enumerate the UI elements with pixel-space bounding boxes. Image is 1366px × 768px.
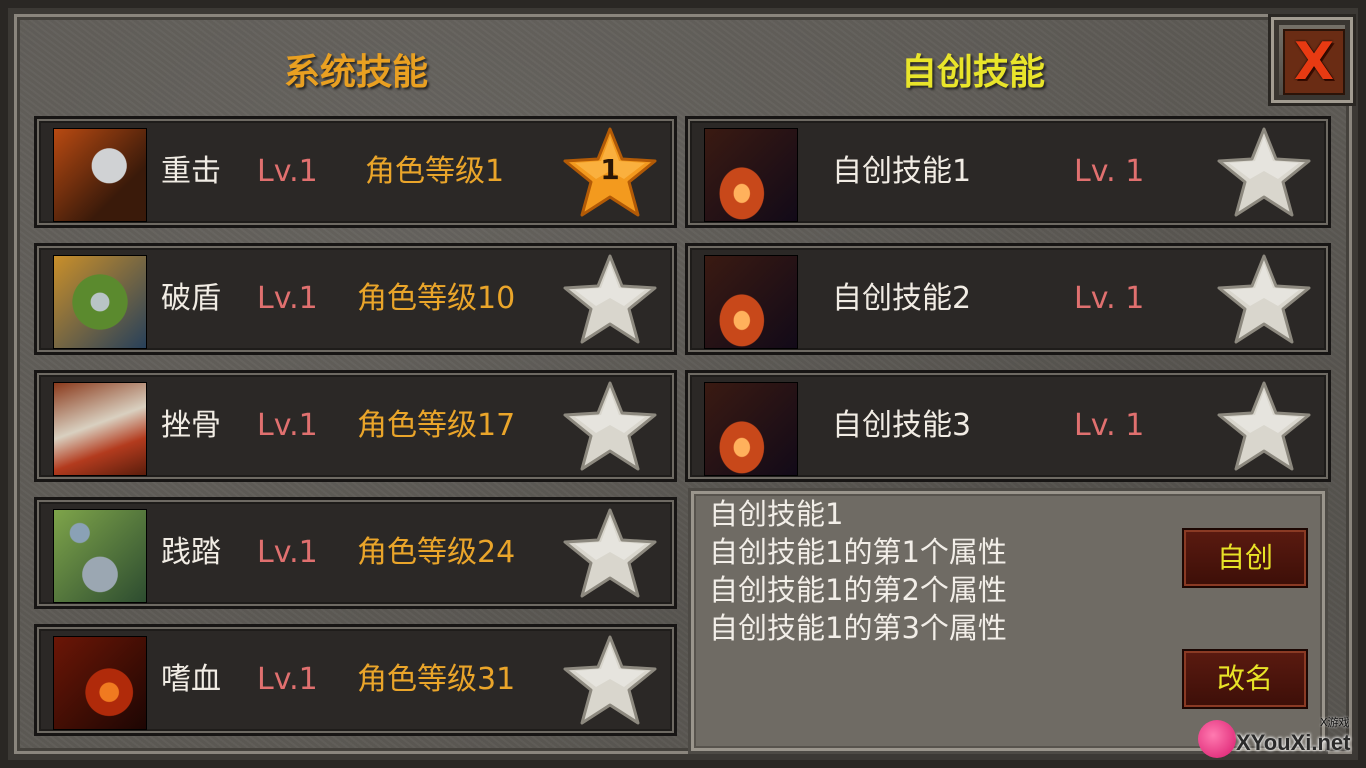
skill-requirement: 角色等级24 [357,535,516,570]
skill-level: Lv.1 [257,408,318,443]
watermark-small-text: X游戏 [1320,716,1350,729]
system-skill-row[interactable]: 践踏 Lv.1 角色等级24 [34,497,677,609]
skill-name: 自创技能2 [832,281,972,316]
skill-name: 自创技能1 [832,154,972,189]
skill-level: Lv.1 [257,535,318,570]
description-attribute: 自创技能1的第2个属性 [709,573,1007,607]
skill-name: 嗜血 [161,662,221,697]
skill-level: Lv.1 [257,281,318,316]
heavy-strike-icon [53,128,147,222]
skill-name: 重击 [161,154,221,189]
skill-level: Lv. 1 [1074,154,1145,189]
close-button[interactable]: X [1268,14,1356,106]
skill-level: Lv.1 [257,662,318,697]
watermark: XYouXi.net X游戏 [1192,714,1358,762]
system-skill-row[interactable]: 挫骨 Lv.1 角色等级17 [34,370,677,482]
description-attribute: 自创技能1的第1个属性 [709,535,1007,569]
star-number: 1 [600,153,620,186]
bloodthirst-icon [53,636,147,730]
custom-skill-row[interactable]: 自创技能3 Lv. 1 [685,370,1331,482]
star-icon[interactable] [560,252,660,348]
skill-requirement: 角色等级1 [365,154,505,189]
close-icon: X [1283,29,1345,95]
system-skill-row[interactable]: 重击 Lv.1 角色等级1 1 [34,116,677,228]
create-skill-button[interactable]: 自创 [1182,528,1308,588]
system-skills-header: 系统技能 [283,52,428,93]
system-skill-row[interactable]: 嗜血 Lv.1 角色等级31 [34,624,677,736]
star-icon[interactable] [1214,125,1314,221]
custom-skill-row[interactable]: 自创技能1 Lv. 1 [685,116,1331,228]
description-attribute: 自创技能1的第3个属性 [709,611,1007,645]
rename-button[interactable]: 改名 [1182,649,1308,709]
star-icon[interactable] [560,506,660,602]
skill-name: 自创技能3 [832,408,972,443]
gamepad-logo-icon [1198,720,1236,758]
claw-slash-icon [704,382,798,476]
description-title: 自创技能1 [709,497,844,531]
star-icon[interactable]: 1 [560,125,660,221]
skill-level: Lv. 1 [1074,281,1145,316]
skill-name: 破盾 [161,281,221,316]
skill-requirement: 角色等级31 [357,662,516,697]
custom-skill-row[interactable]: 自创技能2 Lv. 1 [685,243,1331,355]
star-icon[interactable] [1214,379,1314,475]
custom-skills-header: 自创技能 [900,52,1045,93]
skill-level: Lv.1 [257,154,318,189]
system-skill-row[interactable]: 破盾 Lv.1 角色等级10 [34,243,677,355]
watermark-text: XYouXi.net [1236,730,1351,755]
star-icon[interactable] [1214,252,1314,348]
star-icon[interactable] [560,379,660,475]
stomp-icon [53,509,147,603]
skill-name: 挫骨 [161,408,221,443]
bone-crush-icon [53,382,147,476]
shield-break-icon [53,255,147,349]
skill-name: 践踏 [161,535,221,570]
claw-slash-icon [704,128,798,222]
skill-requirement: 角色等级10 [357,281,516,316]
skill-level: Lv. 1 [1074,408,1145,443]
skill-requirement: 角色等级17 [357,408,516,443]
star-icon[interactable] [560,633,660,729]
claw-slash-icon [704,255,798,349]
